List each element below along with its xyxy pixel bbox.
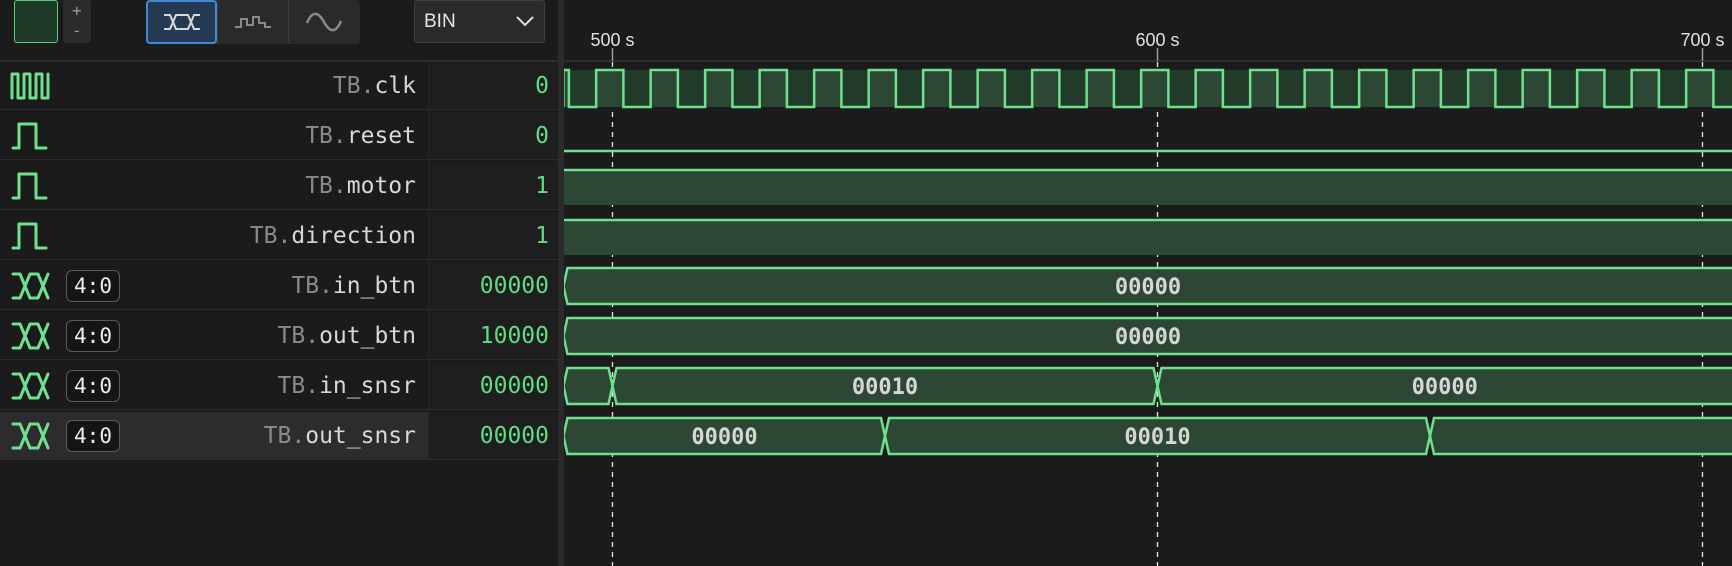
bus-shape-icon (163, 14, 200, 30)
signal-name: TB.out_snsr (264, 412, 416, 460)
signal-value-cell: 1 (428, 212, 558, 259)
time-label: 500 s (590, 30, 634, 50)
signal-scope: TB. (277, 323, 320, 349)
bit-width-badge: 4:0 (66, 270, 120, 302)
signal-value: 1 (535, 173, 549, 199)
signal-row-motor[interactable]: TB.motor 1 (0, 162, 558, 210)
direction-wave-fill (564, 220, 1732, 255)
signal-row-out-snsr[interactable]: 4:0 TB.out_snsr 00000 (0, 412, 558, 460)
color-picker-button[interactable] (14, 0, 58, 43)
waveform-canvas[interactable]: 500 s 600 s 700 s 00000 00000 00010 00000 00000… (564, 0, 1732, 566)
signal-value-cell: 00000 (428, 362, 558, 409)
bus-signal-icon (10, 320, 50, 356)
signal-value-cell: 10000 (428, 312, 558, 359)
signal-value: 00000 (479, 423, 549, 449)
bit-width-badge: 4:0 (66, 420, 120, 452)
signal-scope: TB. (332, 73, 375, 99)
signal-name: TB.clk (333, 62, 416, 110)
signal-row-clk[interactable]: TB.clk 0 (0, 62, 558, 110)
out_snsr-segment-label: 00000 (691, 425, 757, 450)
waveform-viewer: + - BIN TB.clk 0 TB.reset 0 TB.motor 1 TB.dire… (0, 0, 1732, 566)
motor-wave-fill (564, 170, 1732, 205)
signal-row-in-btn[interactable]: 4:0 TB.in_btn 00000 (0, 262, 558, 310)
bit-width-badge: 4:0 (66, 320, 120, 352)
display-mode-group (146, 0, 360, 44)
signal-name: TB.reset (305, 112, 416, 160)
signal-leaf-name: direction (291, 223, 416, 249)
chevron-down-icon (516, 16, 534, 27)
signal-name: TB.motor (305, 162, 416, 210)
in_snsr-segment-label: 00010 (852, 375, 918, 400)
signal-value-cell: 1 (428, 162, 558, 209)
bit-signal-icon (10, 170, 50, 206)
radix-select[interactable]: BIN (414, 0, 545, 43)
step-mode-button[interactable] (217, 0, 288, 44)
signal-row-reset[interactable]: TB.reset 0 (0, 112, 558, 160)
signal-row-in-snsr[interactable]: 4:0 TB.in_snsr 00000 (0, 362, 558, 410)
signal-row-direction[interactable]: TB.direction 1 (0, 212, 558, 260)
out_btn-segment-label: 00000 (1115, 325, 1181, 350)
time-label: 700 s (1680, 30, 1724, 50)
signal-leaf-name: in_btn (332, 273, 416, 299)
bus-mode-button[interactable] (146, 0, 217, 44)
in_snsr-segment-label: 00000 (1412, 375, 1478, 400)
decrease-button[interactable]: - (72, 23, 82, 39)
signal-scope: TB. (249, 223, 292, 249)
signal-name: TB.direction (250, 212, 416, 260)
signal-scope: TB. (291, 273, 333, 299)
bit-width-badge: 4:0 (66, 370, 120, 402)
signal-scope: TB. (277, 373, 320, 399)
signal-leaf-name: out_snsr (305, 423, 416, 449)
increase-button[interactable]: + (72, 3, 82, 19)
signal-leaf-name: motor (346, 173, 416, 199)
value-column-divider (428, 62, 429, 457)
analog-mode-button[interactable] (288, 0, 359, 44)
signal-value: 00000 (479, 273, 549, 299)
signal-scope: TB. (305, 173, 347, 199)
signal-value: 10000 (479, 323, 549, 349)
signal-value: 00000 (479, 373, 549, 399)
bus-signal-icon (10, 370, 50, 406)
clock-signal-icon (10, 70, 50, 106)
signal-name: TB.out_btn (278, 312, 416, 360)
bit-signal-icon (10, 220, 50, 256)
signal-value-cell: 00000 (428, 262, 558, 309)
signal-name: TB.in_btn (291, 262, 416, 310)
analog-shape-icon (305, 12, 343, 32)
bit-signal-icon (10, 120, 50, 156)
in_snsr-segment (564, 366, 614, 406)
signal-value: 1 (535, 223, 549, 249)
signal-name: TB.in_snsr (278, 362, 416, 410)
time-label: 600 s (1135, 30, 1179, 50)
signal-value: 0 (535, 73, 549, 99)
signal-row-out-btn[interactable]: 4:0 TB.out_btn 10000 (0, 312, 558, 360)
height-stepper[interactable]: + - (63, 0, 91, 43)
signal-leaf-name: out_btn (319, 323, 416, 349)
signal-leaf-name: clk (374, 73, 416, 99)
signal-value-cell: 0 (428, 112, 558, 159)
signal-leaf-name: in_snsr (319, 373, 416, 399)
signal-value-cell: 0 (428, 62, 558, 109)
out_snsr-segment-label: 00010 (1124, 425, 1190, 450)
step-shape-icon (235, 16, 271, 28)
signal-value-cell: 00000 (428, 412, 558, 459)
signal-scope: TB. (305, 123, 347, 149)
signal-value: 0 (535, 123, 549, 149)
in_btn-segment-label: 00000 (1115, 275, 1181, 300)
signal-scope: TB. (263, 423, 306, 449)
out_snsr-segment (1428, 416, 1732, 456)
bus-signal-icon (10, 420, 50, 456)
signal-leaf-name: reset (346, 123, 416, 149)
radix-value: BIN (424, 11, 456, 32)
bus-signal-icon (10, 270, 50, 306)
